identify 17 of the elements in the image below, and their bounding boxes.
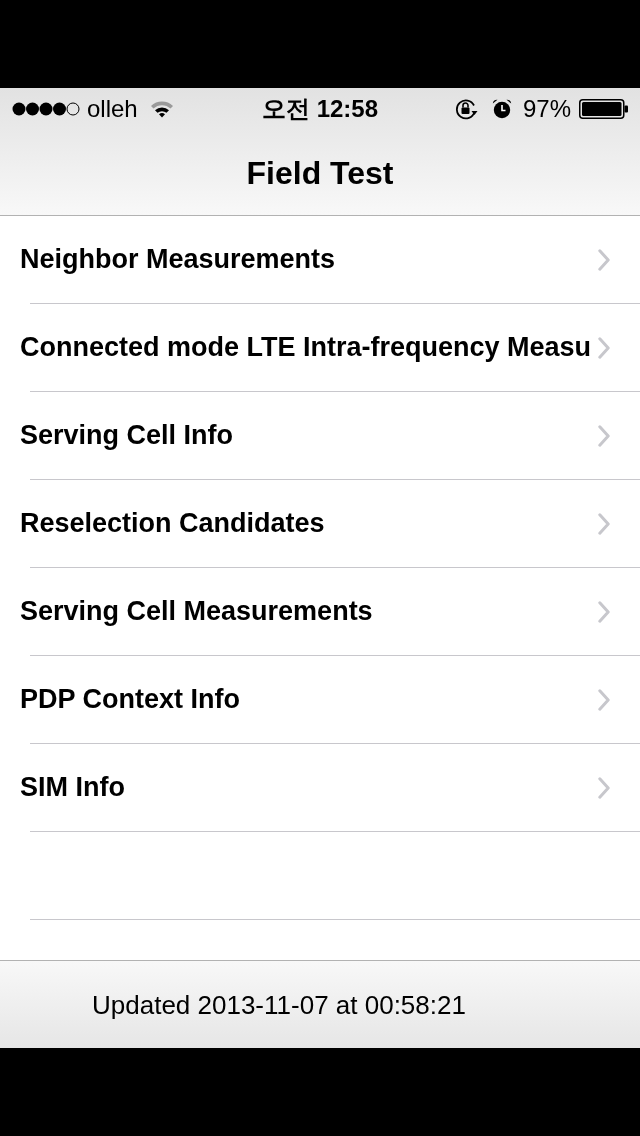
chevron-icon [598, 336, 610, 359]
battery-percent: 97% [522, 97, 571, 121]
carrier-name: olleh [87, 97, 138, 121]
chevron-icon [598, 776, 610, 799]
nav-title: Field Test [246, 156, 394, 189]
chevron-icon [598, 424, 610, 447]
signal-strength-icon [12, 102, 80, 116]
status-time: 오전 12:58 [261, 97, 379, 121]
chevron-icon [598, 600, 610, 623]
chevron-icon [598, 512, 610, 535]
chevron-icon [598, 248, 610, 271]
battery-icon [579, 99, 628, 119]
chevron-icon [598, 688, 610, 711]
updated-timestamp: Updated 2013-11-07 at 00:58:21 [92, 991, 466, 1018]
wifi-icon [149, 100, 174, 118]
alarm-clock-icon [491, 99, 512, 119]
rotation-lock-icon [454, 98, 478, 120]
